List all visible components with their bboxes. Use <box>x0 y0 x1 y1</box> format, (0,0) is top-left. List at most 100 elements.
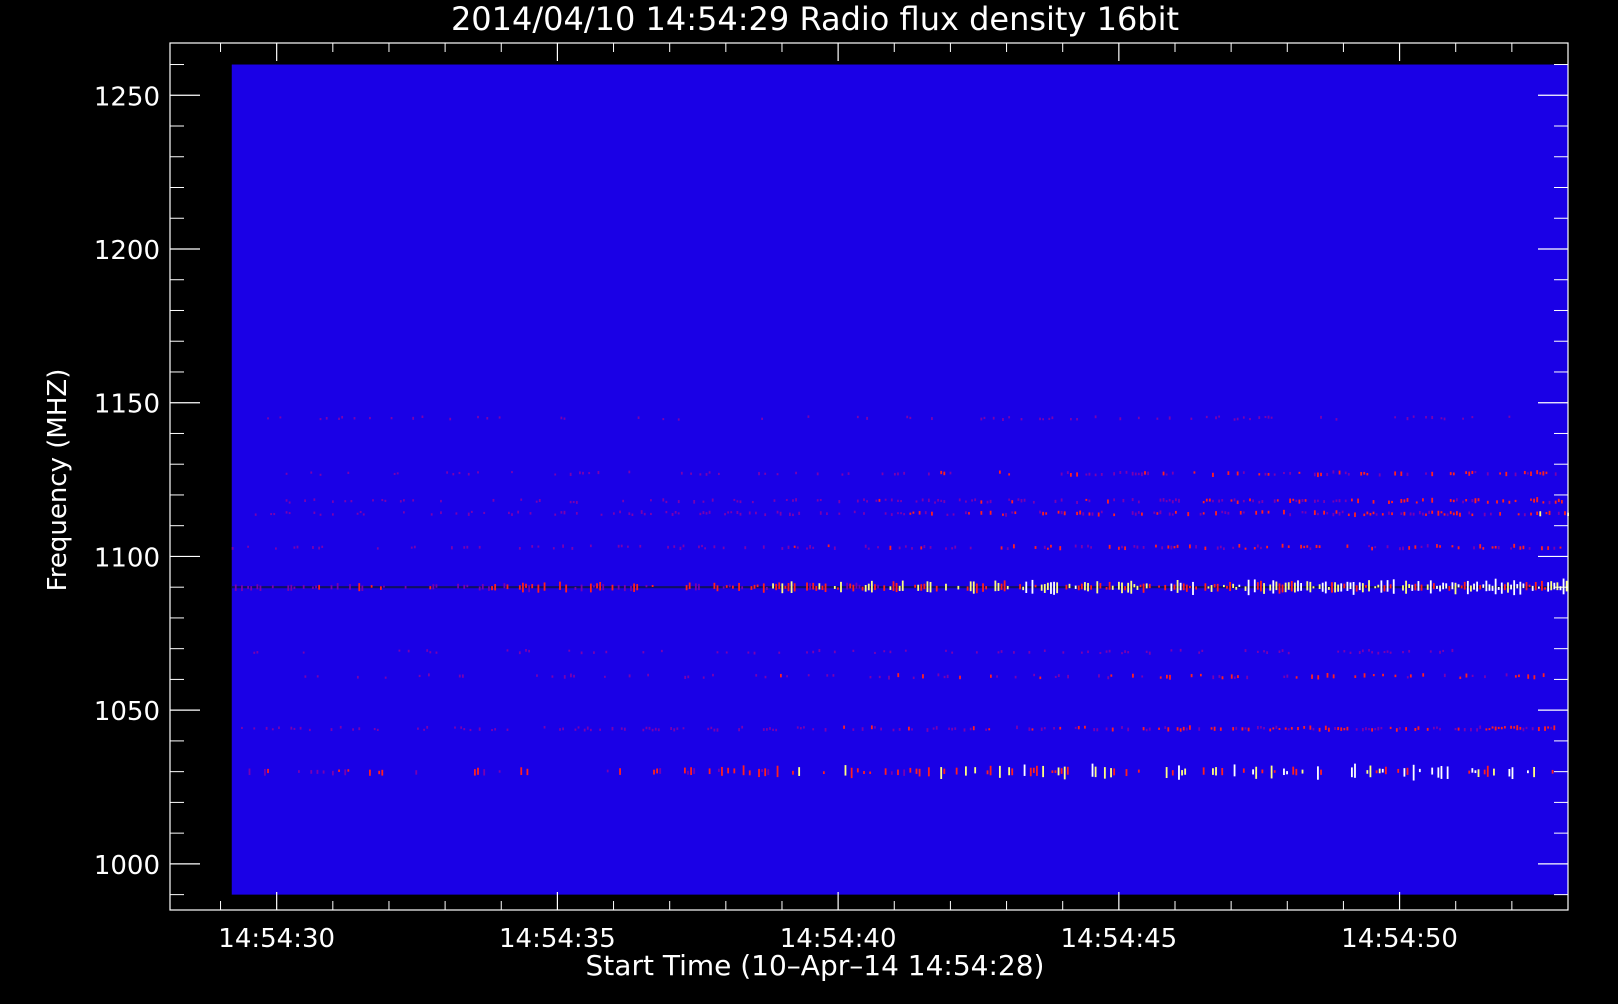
flux-mark <box>874 584 876 591</box>
flux-mark <box>1446 513 1449 517</box>
flux-mark <box>1488 584 1491 591</box>
flux-mark <box>1519 581 1522 595</box>
flux-mark <box>1363 471 1366 475</box>
flux-mark <box>889 650 892 654</box>
flux-mark <box>1256 544 1259 548</box>
flux-mark <box>1227 471 1230 475</box>
flux-mark <box>1107 499 1109 504</box>
flux-mark <box>1537 586 1540 589</box>
flux-mark <box>897 472 899 476</box>
flux-mark <box>1406 676 1409 679</box>
flux-mark <box>736 510 739 514</box>
flux-mark <box>1298 471 1301 474</box>
flux-mark <box>1020 499 1023 503</box>
flux-mark <box>1374 728 1377 731</box>
flux-mark <box>536 674 538 677</box>
flux-mark <box>285 472 288 475</box>
flux-mark <box>1246 675 1249 680</box>
flux-mark <box>1361 583 1364 593</box>
flux-mark <box>1171 770 1174 776</box>
flux-mark <box>1124 586 1126 591</box>
flux-mark <box>724 513 726 516</box>
flux-mark <box>677 500 680 504</box>
flux-mark <box>1137 500 1140 504</box>
flux-mark <box>1503 584 1506 591</box>
flux-mark <box>1202 512 1205 515</box>
flux-mark <box>1306 581 1309 591</box>
flux-mark <box>1451 582 1454 590</box>
flux-mark <box>1355 585 1358 592</box>
flux-mark <box>1304 499 1307 502</box>
flux-mark <box>781 583 784 594</box>
flux-mark <box>1397 768 1400 773</box>
flux-mark <box>1210 727 1213 730</box>
flux-mark <box>1065 584 1068 590</box>
flux-mark <box>803 726 805 729</box>
flux-mark <box>940 470 943 475</box>
flux-mark <box>1460 585 1463 589</box>
flux-mark <box>1124 546 1126 551</box>
flux-mark <box>1414 545 1417 549</box>
flux-mark <box>1039 417 1041 421</box>
flux-mark <box>1144 471 1146 475</box>
flux-mark <box>1060 498 1063 502</box>
flux-mark <box>819 511 822 515</box>
flux-mark <box>1148 727 1151 731</box>
flux-mark <box>733 768 736 774</box>
flux-mark <box>1513 726 1516 729</box>
flux-mark <box>582 471 584 475</box>
flux-mark <box>852 649 855 652</box>
flux-mark <box>1443 513 1446 516</box>
flux-mark <box>911 728 913 731</box>
flux-mark <box>708 768 711 775</box>
flux-mark <box>1050 544 1052 548</box>
flux-mark <box>1195 545 1197 549</box>
flux-mark <box>265 726 268 730</box>
flux-mark <box>1006 585 1009 590</box>
flux-mark <box>370 585 373 588</box>
flux-mark <box>722 546 725 550</box>
flux-mark <box>435 584 438 588</box>
flux-mark <box>827 544 830 548</box>
flux-mark <box>809 583 812 590</box>
flux-mark <box>756 584 759 588</box>
flux-mark <box>722 586 725 589</box>
flux-mark <box>1317 512 1319 516</box>
flux-mark <box>1025 581 1028 593</box>
flux-mark <box>396 472 399 475</box>
flux-mark <box>684 767 686 774</box>
flux-mark <box>1483 769 1486 775</box>
flux-mark <box>310 770 313 774</box>
flux-mark <box>772 728 774 731</box>
flux-mark <box>1278 650 1281 653</box>
flux-mark <box>1287 582 1290 590</box>
flux-mark <box>1369 765 1372 778</box>
flux-mark <box>1136 585 1139 590</box>
flux-mark <box>1085 473 1088 476</box>
flux-mark <box>1292 766 1295 775</box>
flux-mark <box>716 651 719 654</box>
flux-mark <box>1337 727 1340 731</box>
flux-mark <box>1236 500 1239 505</box>
flux-mark <box>338 417 340 420</box>
flux-mark <box>1402 546 1404 551</box>
flux-mark <box>935 726 938 730</box>
flux-mark <box>1536 511 1539 516</box>
flux-mark <box>1539 472 1542 475</box>
flux-mark <box>717 472 720 476</box>
flux-mark <box>1173 546 1176 549</box>
flux-mark <box>341 415 344 419</box>
flux-mark <box>379 586 382 590</box>
flux-mark <box>665 510 668 514</box>
flux-mark <box>1399 727 1401 730</box>
flux-mark <box>302 585 305 589</box>
flux-mark <box>1059 546 1062 551</box>
flux-mark <box>1127 651 1130 654</box>
flux-mark <box>1000 546 1003 550</box>
flux-mark <box>552 547 555 550</box>
flux-mark <box>645 726 648 730</box>
y-tick-label: 1200 <box>94 236 160 266</box>
flux-mark <box>1252 769 1254 775</box>
flux-mark <box>1354 675 1357 678</box>
flux-mark <box>676 727 679 730</box>
